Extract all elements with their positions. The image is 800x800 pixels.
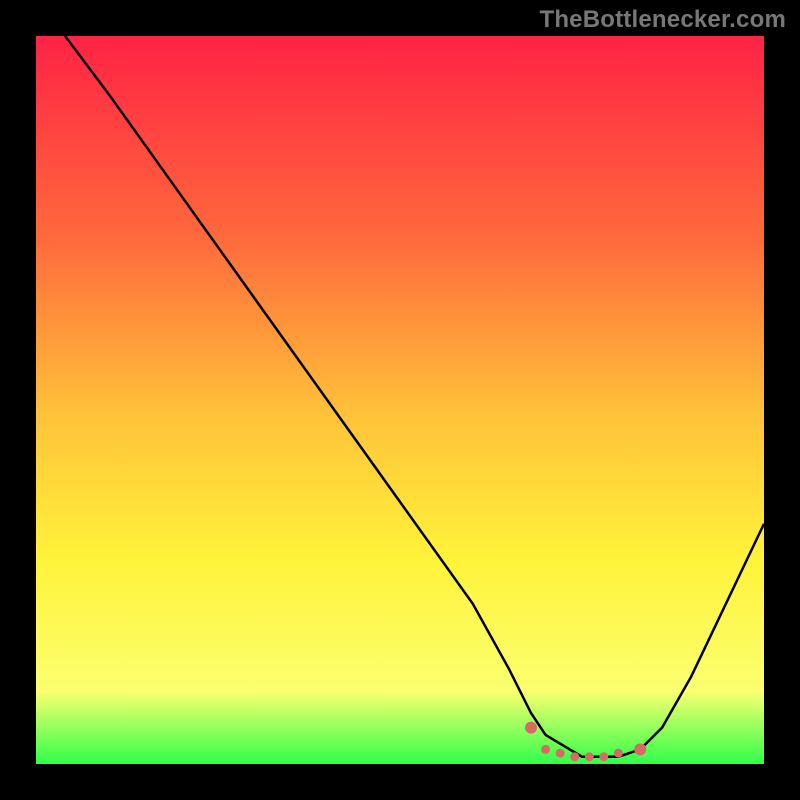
chart-container: { "watermark": "TheBottlenecker.com", "c…	[0, 0, 800, 800]
sweet-spot-marker	[556, 749, 565, 758]
sweet-spot-marker	[570, 752, 579, 761]
sweet-spot-marker	[525, 722, 537, 734]
watermark-text: TheBottlenecker.com	[539, 6, 786, 34]
sweet-spot-marker	[541, 745, 550, 754]
chart-svg	[0, 0, 800, 800]
sweet-spot-marker	[599, 752, 608, 761]
sweet-spot-marker	[634, 743, 646, 755]
sweet-spot-marker	[614, 749, 623, 758]
sweet-spot-marker	[585, 752, 594, 761]
